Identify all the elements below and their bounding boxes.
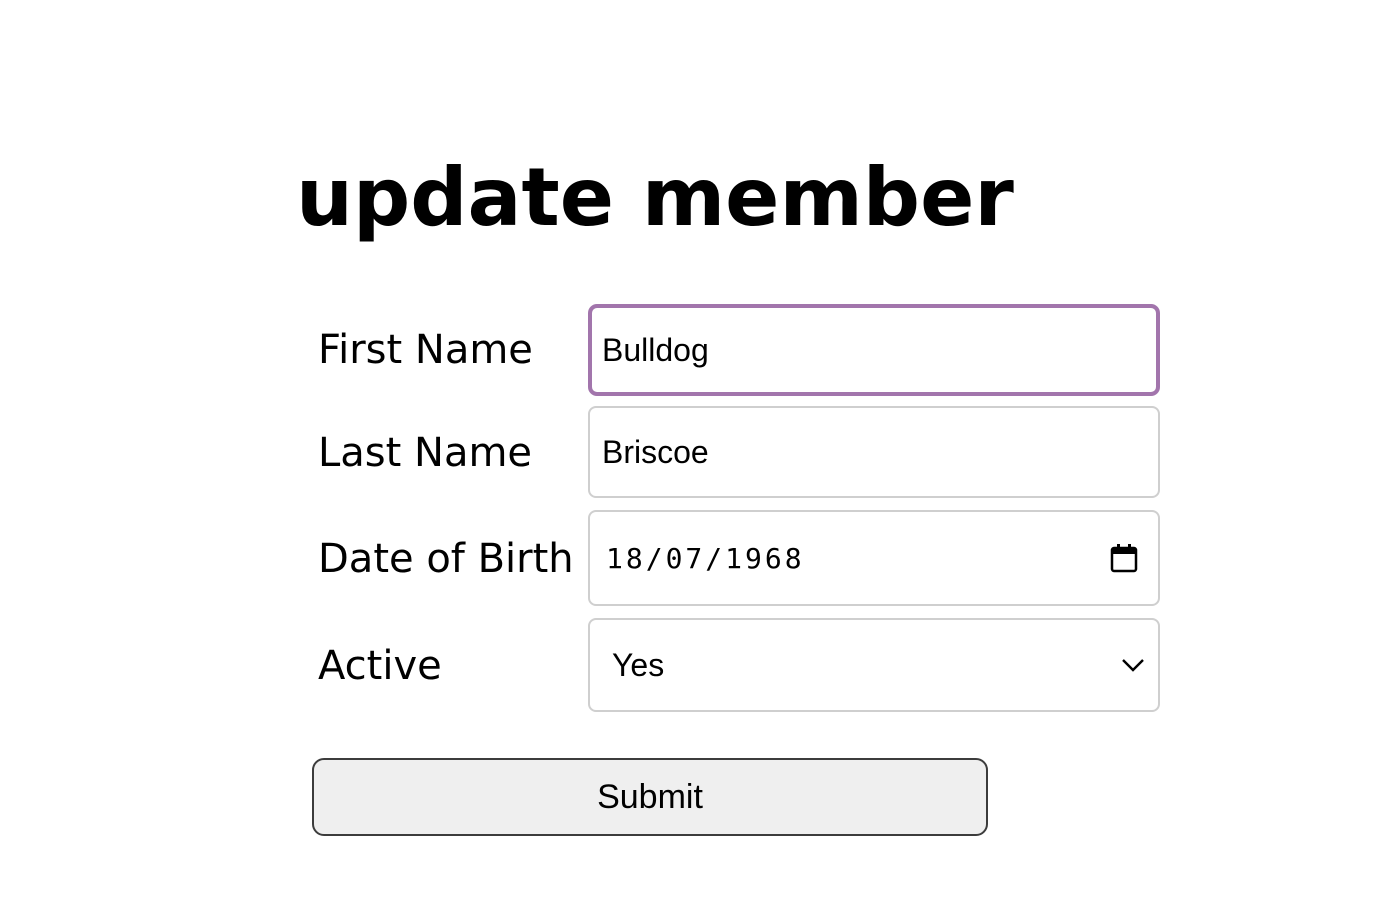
chevron-down-icon: [1122, 659, 1144, 672]
active-row: Active Yes: [318, 618, 1162, 712]
active-selected-value: Yes: [612, 646, 665, 683]
active-label: Active: [318, 643, 442, 689]
last-name-field[interactable]: Briscoe: [588, 406, 1160, 498]
last-name-row: Last Name Briscoe: [318, 406, 1162, 498]
date-of-birth-value: 18/07/1968: [606, 541, 805, 575]
first-name-row: First Name Bulldog: [318, 304, 1162, 396]
date-of-birth-label: Date of Birth: [318, 536, 574, 582]
date-of-birth-row: Date of Birth 18/07/1968: [318, 510, 1162, 606]
last-name-value: Briscoe: [602, 433, 709, 470]
calendar-icon[interactable]: [1110, 543, 1138, 573]
submit-button[interactable]: Submit: [312, 758, 988, 836]
page-title: update member: [296, 151, 1014, 244]
date-of-birth-field[interactable]: 18/07/1968: [588, 510, 1160, 606]
update-member-page: update member First Name Bulldog Last Na…: [0, 0, 1382, 906]
first-name-value: Bulldog: [602, 331, 709, 368]
first-name-field[interactable]: Bulldog: [588, 304, 1160, 396]
first-name-label: First Name: [318, 327, 533, 373]
active-select[interactable]: Yes: [588, 618, 1160, 712]
last-name-label: Last Name: [318, 430, 533, 476]
